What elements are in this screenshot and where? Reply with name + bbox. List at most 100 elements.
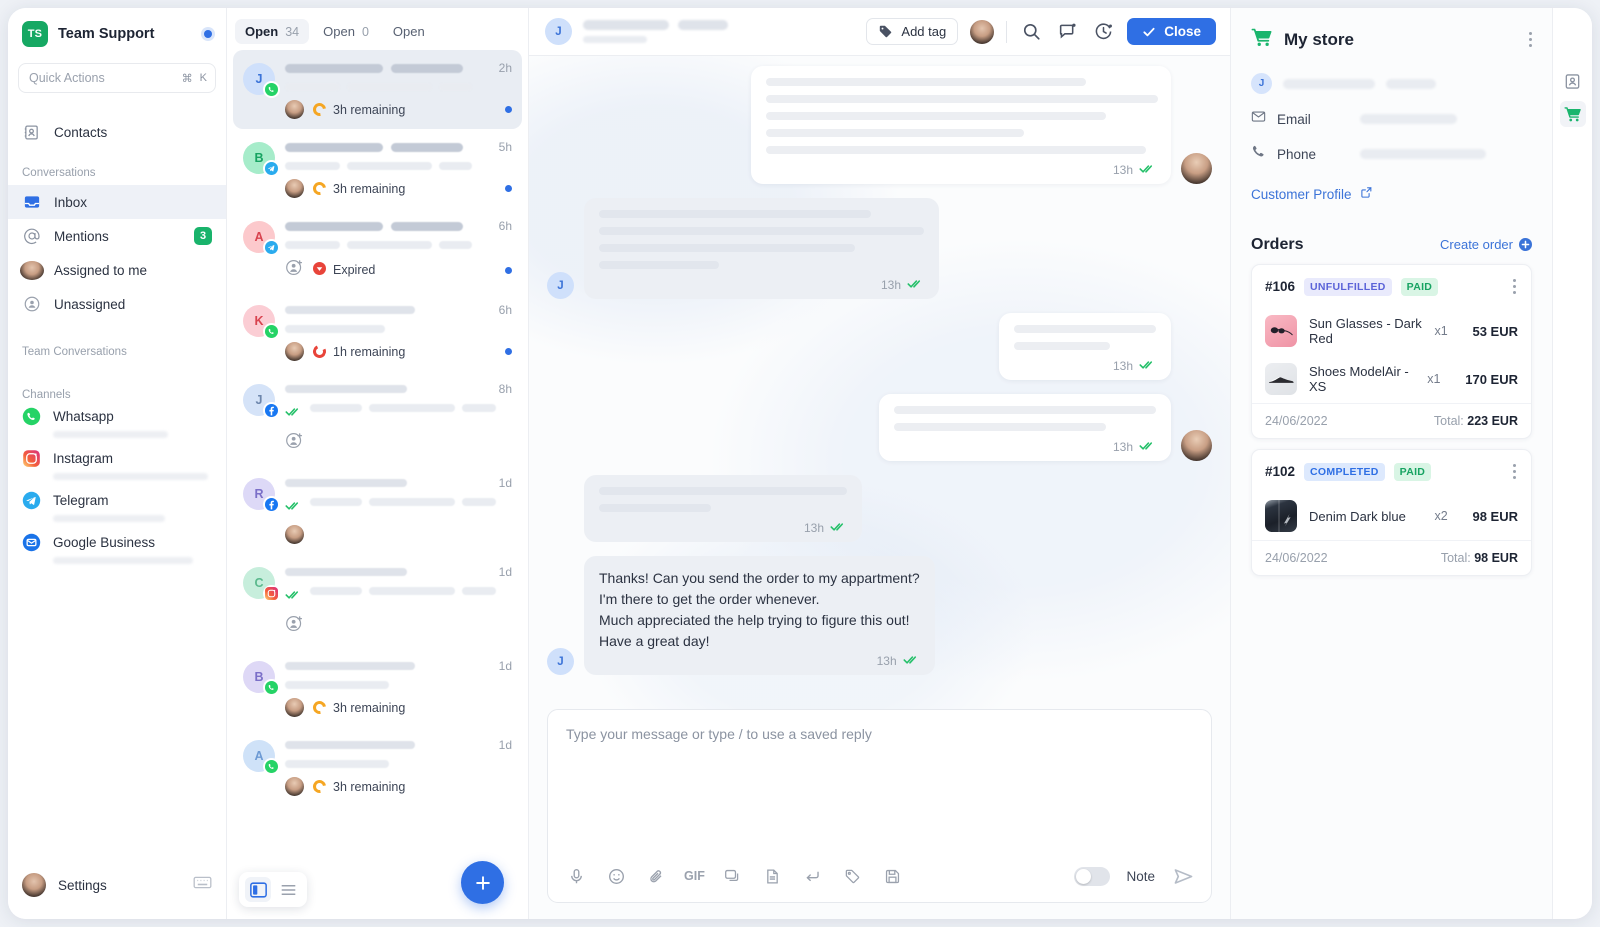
panel-view-icon[interactable] <box>245 877 271 902</box>
add-tag-button[interactable]: Add tag <box>866 18 959 45</box>
conversation-item[interactable]: K 6h 1h remaining <box>233 292 522 371</box>
conversation-item[interactable]: B 1d 3h remaining <box>233 648 522 727</box>
conversation-item[interactable]: C 1d <box>233 554 522 648</box>
enter-key-icon[interactable] <box>801 864 825 888</box>
check-icon <box>1143 27 1155 36</box>
customer-profile-link[interactable]: Customer Profile <box>1251 186 1532 202</box>
order-status-chip: COMPLETED <box>1304 462 1385 481</box>
facebook-icon <box>263 496 280 513</box>
tab-open-3[interactable]: Open <box>383 19 435 44</box>
sidebar-channel-instagram[interactable]: Instagram <box>8 449 226 480</box>
conversation-preview-row <box>285 404 512 422</box>
message-row: 13h <box>547 475 1212 542</box>
whatsapp-icon <box>263 323 280 340</box>
note-bubble-icon[interactable] <box>1055 20 1079 44</box>
order-total: Total: 98 EUR <box>1440 551 1518 565</box>
conversation-status-row: 3h remaining <box>285 100 512 119</box>
conversation-time: 1d <box>498 659 512 673</box>
view-toggle-group[interactable] <box>239 872 307 907</box>
conversation-preview-row <box>285 498 512 516</box>
order-card[interactable]: #102 COMPLETED PAID Denim Dark blue x2 98 EUR… <box>1251 449 1532 576</box>
sidebar-item-contacts[interactable]: Contacts <box>8 115 226 149</box>
tab-open-0[interactable]: Open 0 <box>313 19 379 44</box>
sidebar-channel-whatsapp[interactable]: Whatsapp <box>8 407 226 438</box>
message-time: 13h <box>803 521 824 535</box>
message-text-redacted <box>766 95 1158 103</box>
composer-placeholder[interactable]: Type your message or type / to use a sav… <box>548 710 1211 864</box>
read-ticks-icon <box>285 498 302 516</box>
order-item-qty: x2 <box>1434 509 1448 523</box>
channel-label: Instagram <box>53 451 114 466</box>
sidebar-item-settings[interactable]: Settings <box>8 873 226 919</box>
title-redacted-2 <box>391 142 463 152</box>
field-label: Email <box>1277 111 1311 127</box>
shoes-thumb <box>1265 363 1297 395</box>
document-icon[interactable] <box>761 864 785 888</box>
sla-ring-icon <box>311 343 328 360</box>
expired-icon <box>313 262 326 278</box>
contact-card-icon[interactable] <box>1560 68 1586 94</box>
emoji-icon[interactable] <box>604 864 628 888</box>
keyboard-icon[interactable] <box>193 875 212 895</box>
attachment-icon[interactable] <box>644 864 668 888</box>
create-order-button[interactable]: Create order <box>1440 237 1532 252</box>
shopping-cart-icon[interactable] <box>1559 101 1586 127</box>
order-item-price: 98 EUR <box>1472 508 1518 524</box>
chat-header: J Add tag Close <box>529 8 1230 56</box>
avatar: R <box>243 478 280 513</box>
send-icon[interactable] <box>1171 864 1195 888</box>
order-card[interactable]: #106 UNFULFILLED PAID Sun Glasses - Dark Re… <box>1251 264 1532 439</box>
sidebar-channel-telegram[interactable]: Telegram <box>8 491 226 522</box>
sla-ring-icon <box>310 100 329 119</box>
order-item-qty: x1 <box>1427 372 1441 386</box>
close-conversation-button[interactable]: Close <box>1127 18 1216 45</box>
note-toggle[interactable] <box>1074 866 1111 886</box>
conversation-item[interactable]: J 2h 3h remaining <box>233 50 522 129</box>
phone-icon <box>1251 144 1266 164</box>
message-list[interactable]: 13h J 13h 13h 13h 13h J Thanks! Can you send th… <box>529 56 1230 709</box>
tab-label: Open <box>245 24 279 39</box>
tab-open-34[interactable]: Open 34 <box>235 19 310 44</box>
sidebar-item-label: Unassigned <box>54 296 126 312</box>
kebab-menu-icon[interactable] <box>1525 28 1536 51</box>
snooze-clock-icon[interactable] <box>1091 20 1115 44</box>
saved-reply-icon[interactable] <box>721 864 745 888</box>
search-icon[interactable] <box>1019 20 1043 44</box>
kebab-menu-icon[interactable] <box>1509 460 1520 483</box>
sidebar-item-label: Contacts <box>54 124 108 140</box>
gif-icon[interactable]: GIF <box>684 864 705 888</box>
list-view-icon[interactable] <box>275 877 301 902</box>
conversation-item[interactable]: A 6h Expired <box>233 208 522 292</box>
message-time: 13h <box>1112 163 1133 177</box>
sla-label: 3h remaining <box>333 181 406 196</box>
create-order-label: Create order <box>1440 237 1513 252</box>
microphone-icon[interactable] <box>564 864 588 888</box>
sidebar-item-assigned-to-me[interactable]: Assigned to me <box>8 253 226 287</box>
customer-profile-label: Customer Profile <box>1251 186 1352 202</box>
sidebar-item-inbox[interactable]: Inbox <box>8 185 226 219</box>
order-card-footer: 24/06/2022 Total: 98 EUR <box>1252 540 1531 575</box>
unread-indicator <box>505 348 512 355</box>
telegram-icon <box>263 160 280 177</box>
message-text-redacted <box>766 129 1024 137</box>
tag-icon[interactable] <box>841 864 865 888</box>
add-tag-label: Add tag <box>901 24 947 39</box>
sunglasses-thumb <box>1265 315 1297 347</box>
conversation-item[interactable]: J 8h <box>233 371 522 465</box>
divider <box>1006 20 1008 43</box>
sidebar-item-unassigned[interactable]: Unassigned <box>8 287 226 321</box>
conversation-items[interactable]: J 2h 3h remaining B 5h 3h remaining A 6h Expired… <box>227 50 528 919</box>
sidebar-channel-google-business[interactable]: Google Business <box>8 533 226 564</box>
conversation-item[interactable]: B 5h 3h remaining <box>233 129 522 208</box>
assignee-avatar[interactable] <box>970 19 995 44</box>
message-composer[interactable]: Type your message or type / to use a sav… <box>547 709 1212 903</box>
new-conversation-button[interactable] <box>461 861 504 904</box>
quick-actions-input[interactable]: Quick Actions ⌘ K <box>18 63 216 93</box>
order-item-name: Shoes ModelAir - XS <box>1309 364 1409 394</box>
message-bubble: 13h <box>999 313 1171 380</box>
sidebar-item-mentions[interactable]: Mentions 3 <box>8 219 226 253</box>
conversation-item[interactable]: A 1d 3h remaining <box>233 727 522 806</box>
conversation-item[interactable]: R 1d <box>233 465 522 554</box>
save-disk-icon[interactable] <box>881 864 905 888</box>
kebab-menu-icon[interactable] <box>1509 275 1520 298</box>
